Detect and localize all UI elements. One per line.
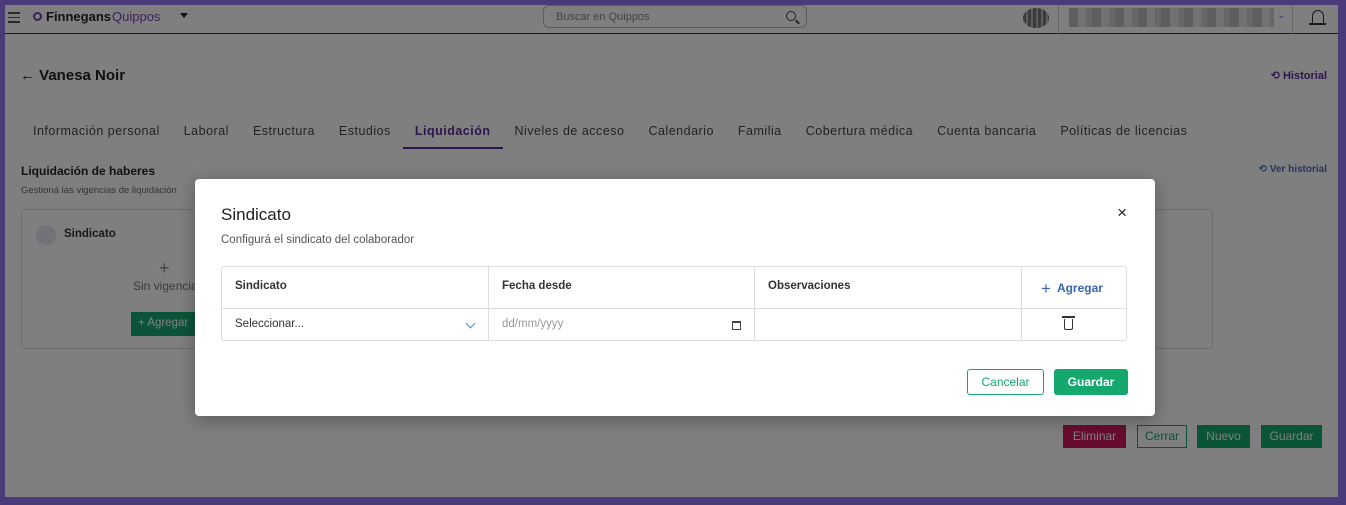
fecha-desde-input[interactable]: dd/mm/yyyy <box>489 308 755 341</box>
cancel-button[interactable]: Cancelar <box>967 369 1044 395</box>
sindicato-select[interactable]: Seleccionar... <box>222 308 489 341</box>
observaciones-input[interactable] <box>755 308 1022 341</box>
agregar-label: Agregar <box>1056 281 1103 295</box>
sindicato-select-value: Seleccionar... <box>235 318 305 330</box>
plus-icon: + <box>1041 279 1051 298</box>
agregar-button[interactable]: + Agregar <box>1022 267 1122 308</box>
sindicato-modal: Sindicato Configurá el sindicato del col… <box>195 179 1155 416</box>
calendar-icon[interactable] <box>732 321 741 330</box>
column-header-fecha-desde: Fecha desde <box>489 267 755 308</box>
column-header-observaciones: Observaciones <box>755 267 1022 308</box>
sindicato-grid: Sindicato Fecha desde Observaciones + Agr… <box>221 266 1127 341</box>
chevron-down-icon[interactable] <box>465 318 476 329</box>
close-icon[interactable]: × <box>1117 204 1127 221</box>
modal-subtitle: Configurá el sindicato del colaborador <box>221 234 415 246</box>
modal-title: Sindicato <box>221 205 291 224</box>
trash-icon[interactable] <box>1062 316 1075 330</box>
agregar-cell: + Agregar <box>1022 267 1126 308</box>
row-actions-cell <box>1022 308 1126 341</box>
fecha-placeholder: dd/mm/yyyy <box>502 318 564 330</box>
save-button[interactable]: Guardar <box>1054 369 1128 395</box>
column-header-sindicato: Sindicato <box>222 267 489 308</box>
app-frame: Finnegans Quippos Buscar en Quippos ⌄ ← … <box>5 5 1338 497</box>
